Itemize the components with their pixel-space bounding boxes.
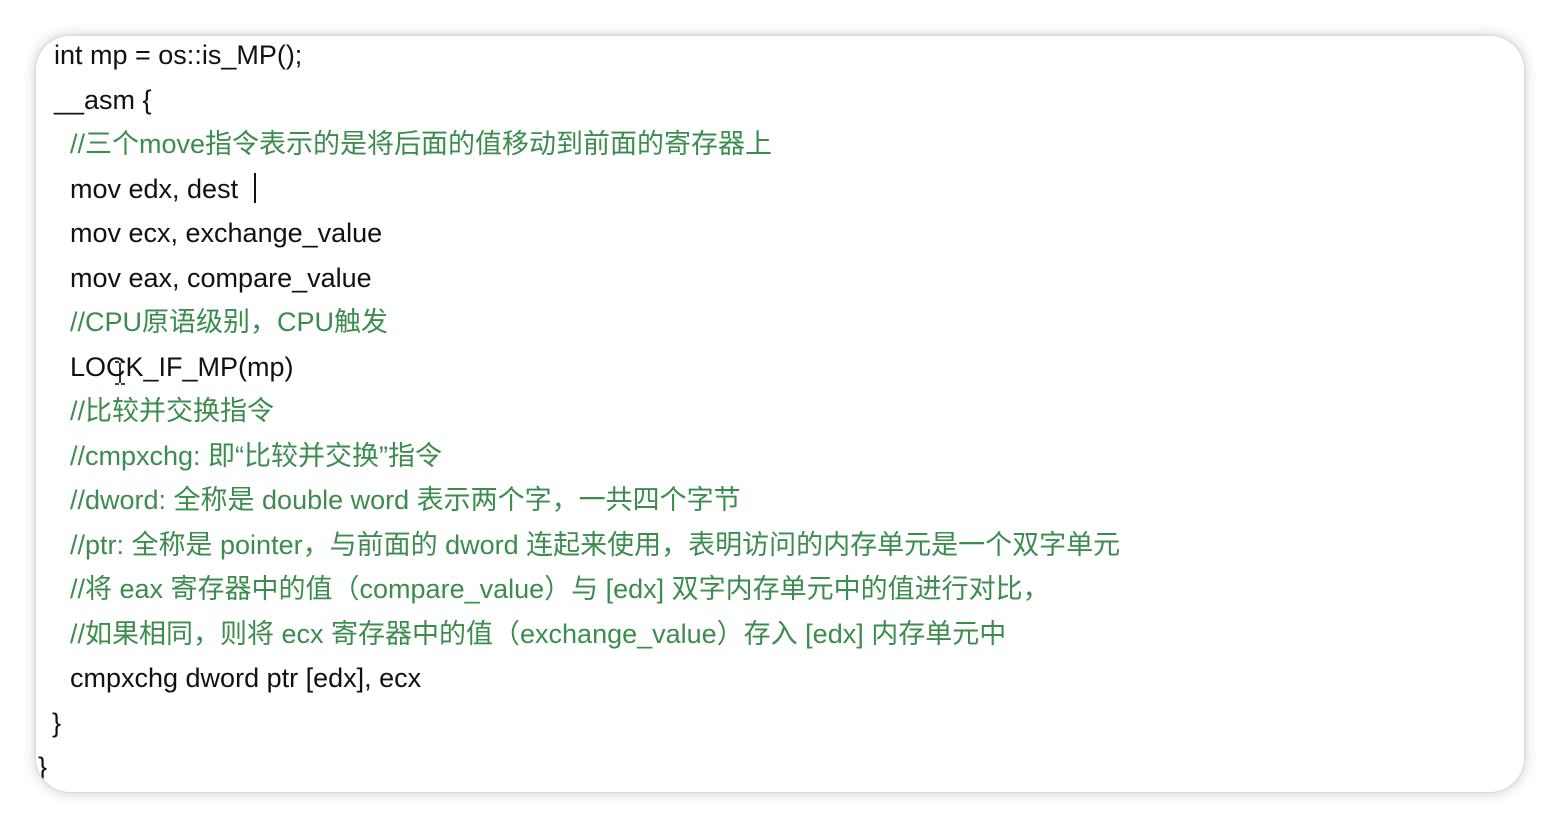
comment-line-14[interactable]: //如果相同，则将 ecx 寄存器中的值（exchange_value）存入 [… bbox=[70, 616, 1006, 652]
comment-line-9[interactable]: //比较并交换指令 bbox=[70, 393, 274, 429]
code-line-4[interactable]: mov edx, dest bbox=[70, 171, 238, 207]
closing-brace-outer[interactable]: } bbox=[38, 749, 47, 785]
code-panel: int mp = os::is_MP(); __asm { //三个move指令… bbox=[36, 36, 1524, 792]
code-line-2[interactable]: __asm { bbox=[54, 82, 152, 118]
text-caret bbox=[254, 173, 256, 203]
ibeam-cursor-icon bbox=[115, 361, 125, 385]
comment-line-3[interactable]: //三个move指令表示的是将后面的值移动到前面的寄存器上 bbox=[70, 126, 772, 162]
comment-line-12[interactable]: //ptr: 全称是 pointer，与前面的 dword 连起来使用，表明访问… bbox=[70, 527, 1120, 563]
code-line-5[interactable]: mov ecx, exchange_value bbox=[70, 215, 382, 251]
comment-line-10[interactable]: //cmpxchg: 即“比较并交换”指令 bbox=[70, 438, 442, 474]
code-line-6[interactable]: mov eax, compare_value bbox=[70, 260, 372, 296]
comment-line-13[interactable]: //将 eax 寄存器中的值（compare_value）与 [edx] 双字内… bbox=[70, 571, 1050, 607]
code-editor[interactable]: int mp = os::is_MP(); __asm { //三个move指令… bbox=[36, 36, 1524, 792]
closing-brace-inner[interactable]: } bbox=[52, 705, 61, 741]
code-line-8[interactable]: LOCK_IF_MP(mp) bbox=[70, 349, 294, 385]
code-line-1[interactable]: int mp = os::is_MP(); bbox=[54, 37, 302, 73]
comment-line-7[interactable]: //CPU原语级别，CPU触发 bbox=[70, 304, 388, 340]
code-line-15[interactable]: cmpxchg dword ptr [edx], ecx bbox=[70, 660, 421, 696]
comment-line-11[interactable]: //dword: 全称是 double word 表示两个字，一共四个字节 bbox=[70, 482, 741, 518]
